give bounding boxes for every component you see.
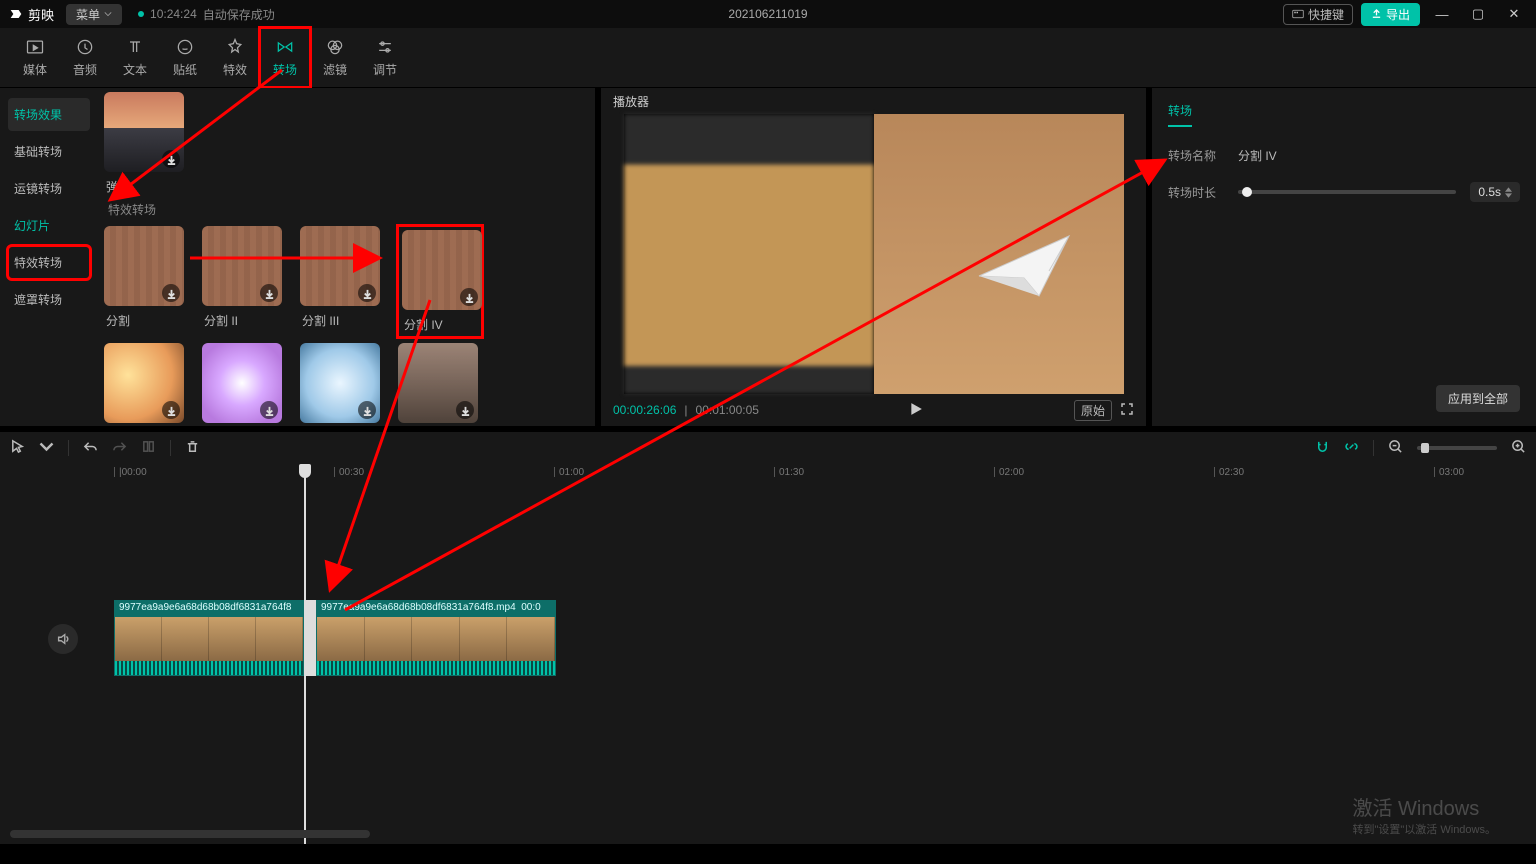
tab-media[interactable]: 媒体: [10, 28, 60, 87]
cursor-dropdown-icon[interactable]: [39, 439, 54, 457]
split-button[interactable]: [141, 439, 156, 457]
time-current: 00:00:26:06: [613, 403, 676, 417]
download-icon[interactable]: [358, 401, 376, 419]
aspect-ratio-button[interactable]: 原始: [1074, 400, 1112, 421]
video-track: 9977ea9a9e6a68d68b08df6831a764f8 9977ea9…: [114, 600, 556, 676]
duration-input[interactable]: 0.5s: [1470, 182, 1520, 202]
player-controls: 00:00:26:06 | 00:01:00:05 原始: [601, 394, 1146, 426]
transition-browser: 转场效果 基础转场 运镜转场 幻灯片 特效转场 遮罩转场 弹跳 特效转场 分割 …: [0, 88, 595, 426]
close-button[interactable]: ✕: [1500, 6, 1528, 22]
cat-camera[interactable]: 运镜转场: [8, 172, 90, 205]
playhead[interactable]: [304, 464, 306, 844]
tab-adjust[interactable]: 调节: [360, 28, 410, 87]
inspector-panel: 转场 转场名称 分割 IV 转场时长 0.5s 应用到全部: [1152, 88, 1536, 426]
timeline-scrollbar[interactable]: [0, 830, 1536, 838]
zoom-in-button[interactable]: [1511, 439, 1526, 457]
app-logo: 剪映: [8, 5, 54, 24]
cat-transition-effects[interactable]: 转场效果: [8, 98, 90, 131]
cat-effect-transition[interactable]: 特效转场: [8, 246, 90, 279]
thumb-snow[interactable]: 雪花故障: [398, 343, 482, 426]
timeline-toolbar: [0, 432, 1536, 464]
thumb-glow3[interactable]: 炫光 III: [202, 343, 286, 426]
tab-effects[interactable]: 特效: [210, 28, 260, 87]
status-dot-icon: [138, 11, 144, 17]
duration-stepper[interactable]: [1505, 187, 1512, 198]
time-total: 00:01:00:05: [696, 403, 759, 417]
play-button[interactable]: [909, 402, 923, 419]
transition-gallery: 弹跳 特效转场 分割 分割 II 分割 III 分割 IV 炫光 II 炫光 I…: [98, 88, 595, 426]
ruler[interactable]: |00:00 00:30 01:00 01:30 02:00 02:30 03:…: [0, 464, 1536, 486]
cursor-tool[interactable]: [10, 439, 25, 457]
player-panel: 播放器 00:00:26:06 | 00:01:00:05 原始: [601, 88, 1146, 426]
download-icon[interactable]: [260, 284, 278, 302]
menu-dropdown[interactable]: 菜单: [66, 4, 122, 25]
link-button[interactable]: [1344, 439, 1359, 457]
shortcuts-button[interactable]: 快捷键: [1283, 4, 1353, 25]
thumb-split4[interactable]: 分割 IV: [398, 226, 482, 337]
fullscreen-button[interactable]: [1120, 402, 1134, 419]
tab-sticker[interactable]: 贴纸: [160, 28, 210, 87]
zoom-slider[interactable]: [1417, 446, 1497, 450]
transition-duration-field: 转场时长 0.5s: [1168, 182, 1520, 202]
tab-transition[interactable]: 转场: [260, 28, 310, 87]
download-icon[interactable]: [162, 150, 180, 168]
undo-button[interactable]: [83, 439, 98, 457]
player-viewport[interactable]: [601, 114, 1146, 394]
tab-filter[interactable]: 滤镜: [310, 28, 360, 87]
inspector-tab-transition[interactable]: 转场: [1168, 102, 1192, 127]
section-title: 特效转场: [108, 201, 589, 218]
transition-name-field: 转场名称 分割 IV: [1168, 147, 1520, 164]
tab-text[interactable]: 文本: [110, 28, 160, 87]
project-name: 202106211019: [728, 7, 807, 21]
duration-slider[interactable]: [1238, 190, 1456, 194]
maximize-button[interactable]: ▢: [1464, 6, 1492, 22]
app-name: 剪映: [28, 5, 54, 24]
transition-name-value: 分割 IV: [1238, 147, 1277, 164]
track-mute-button[interactable]: [48, 624, 78, 654]
autosave-status: 10:24:24 自动保存成功: [138, 6, 275, 23]
download-icon[interactable]: [460, 288, 478, 306]
download-icon[interactable]: [162, 401, 180, 419]
delete-button[interactable]: [185, 439, 200, 457]
clip-2[interactable]: 9977ea9a9e6a68d68b08df6831a764f8.mp4 00:…: [316, 600, 556, 676]
player-title: 播放器: [601, 88, 1146, 114]
thumb-split1[interactable]: 分割: [104, 226, 188, 337]
category-list: 转场效果 基础转场 运镜转场 幻灯片 特效转场 遮罩转场: [0, 88, 98, 426]
primary-tabs: 媒体 音频 文本 贴纸 特效 转场 滤镜 调节: [0, 28, 1536, 88]
thumb-split2[interactable]: 分割 II: [202, 226, 286, 337]
export-button[interactable]: 导出: [1361, 3, 1420, 26]
main-columns: 转场效果 基础转场 运镜转场 幻灯片 特效转场 遮罩转场 弹跳 特效转场 分割 …: [0, 88, 1536, 426]
cat-slideshow[interactable]: 幻灯片: [8, 209, 90, 242]
paper-plane-icon: [969, 226, 1089, 306]
thumb-split3[interactable]: 分割 III: [300, 226, 384, 337]
thumb-glow2[interactable]: 炫光 II: [104, 343, 188, 426]
download-icon[interactable]: [162, 284, 180, 302]
apply-all-button[interactable]: 应用到全部: [1436, 385, 1520, 412]
clip-1[interactable]: 9977ea9a9e6a68d68b08df6831a764f8: [114, 600, 304, 676]
cat-basic[interactable]: 基础转场: [8, 135, 90, 168]
thumb-ice[interactable]: 冰雪结晶: [300, 343, 384, 426]
download-icon[interactable]: [260, 401, 278, 419]
magnet-button[interactable]: [1315, 439, 1330, 457]
tab-audio[interactable]: 音频: [60, 28, 110, 87]
thumb-bounce[interactable]: 弹跳: [104, 92, 188, 195]
download-icon[interactable]: [358, 284, 376, 302]
download-icon[interactable]: [456, 401, 474, 419]
timeline[interactable]: |00:00 00:30 01:00 01:30 02:00 02:30 03:…: [0, 464, 1536, 844]
redo-button[interactable]: [112, 439, 127, 457]
zoom-out-button[interactable]: [1388, 439, 1403, 457]
cat-mask[interactable]: 遮罩转场: [8, 283, 90, 316]
minimize-button[interactable]: —: [1428, 7, 1456, 22]
titlebar: 剪映 菜单 10:24:24 自动保存成功 202106211019 快捷键 导…: [0, 0, 1536, 28]
windows-activation-watermark: 激活 Windows 转到"设置"以激活 Windows。: [1353, 795, 1497, 838]
